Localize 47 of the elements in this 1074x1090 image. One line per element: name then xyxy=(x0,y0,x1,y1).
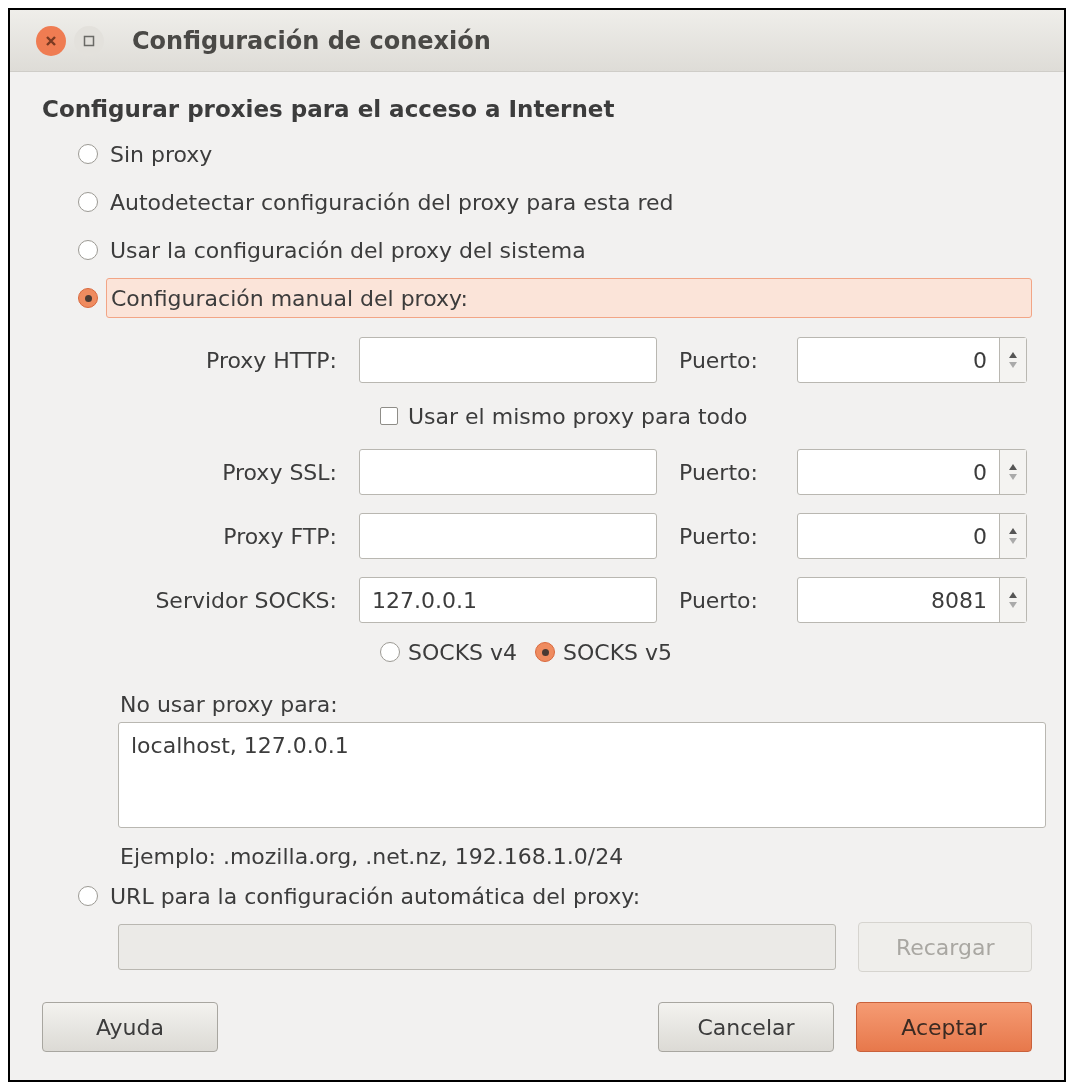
field-label: Puerto: xyxy=(679,522,759,551)
host-field[interactable] xyxy=(359,513,657,559)
close-button[interactable] xyxy=(36,25,66,56)
radio-button[interactable] xyxy=(78,288,98,308)
field-label: Puerto: xyxy=(679,458,759,487)
radio-label[interactable]: Configuración manual del proxy: xyxy=(106,278,1032,318)
port-spinner[interactable]: 0 xyxy=(797,513,1027,559)
field-label: No usar proxy para: xyxy=(120,691,339,719)
field-label: Proxy FTP: xyxy=(222,522,337,551)
cancel-button[interactable]: Cancelar xyxy=(658,1002,834,1052)
maximize-icon xyxy=(83,34,95,47)
spin-up-icon[interactable] xyxy=(1009,592,1017,598)
host-field[interactable] xyxy=(359,449,657,495)
field-label: Proxy HTTP: xyxy=(205,346,337,375)
host-field[interactable] xyxy=(359,337,657,383)
radio-label[interactable]: URL para la configuración automática del proxy: xyxy=(106,879,645,913)
port-spinner[interactable]: 0 xyxy=(797,337,1027,383)
checkbox-label[interactable]: Usar el mismo proxy para todo xyxy=(408,399,748,433)
close-icon xyxy=(45,34,57,47)
window-title: Configuración de conexión xyxy=(132,25,491,57)
field-label: Servidor SOCKS: xyxy=(154,586,337,615)
radio-button[interactable] xyxy=(535,642,556,662)
spin-up-icon[interactable] xyxy=(1009,464,1017,470)
field-label: Puerto: xyxy=(679,586,759,615)
help-button[interactable]: Ayuda xyxy=(42,1002,218,1052)
no-proxy-field[interactable]: localhost, 127.0.0.1 xyxy=(118,722,1046,828)
radio-label[interactable]: Usar la configuración del proxy del sistema xyxy=(106,233,590,267)
radio-button[interactable] xyxy=(78,886,98,906)
radio-label[interactable]: Sin proxy xyxy=(106,137,217,171)
field-label: Puerto: xyxy=(679,346,759,375)
example-hint: Ejemplo: .mozilla.org, .net.nz, 192.168.1.0/24 xyxy=(120,843,625,871)
radio-label[interactable]: Autodetectar configuración del proxy para esta red xyxy=(106,185,678,219)
port-spinner[interactable]: 8081 xyxy=(797,577,1027,623)
radio-button[interactable] xyxy=(78,144,98,164)
host-field[interactable]: 127.0.0.1 xyxy=(359,577,657,623)
radio-label[interactable]: SOCKS v5 xyxy=(563,635,673,669)
spin-up-icon[interactable] xyxy=(1009,352,1017,358)
field-label: Proxy SSL: xyxy=(221,458,337,487)
radio-button[interactable] xyxy=(78,192,98,212)
radio-button[interactable] xyxy=(380,642,400,662)
checkbox[interactable] xyxy=(380,407,398,425)
spin-up-icon[interactable] xyxy=(1009,528,1017,534)
port-spinner[interactable]: 0 xyxy=(797,449,1027,495)
accept-button[interactable]: Aceptar xyxy=(856,1002,1032,1052)
radio-label[interactable]: SOCKS v4 xyxy=(408,635,518,669)
radio-button[interactable] xyxy=(78,240,98,260)
section-heading: Configurar proxies para el acceso a Internet xyxy=(42,95,616,124)
